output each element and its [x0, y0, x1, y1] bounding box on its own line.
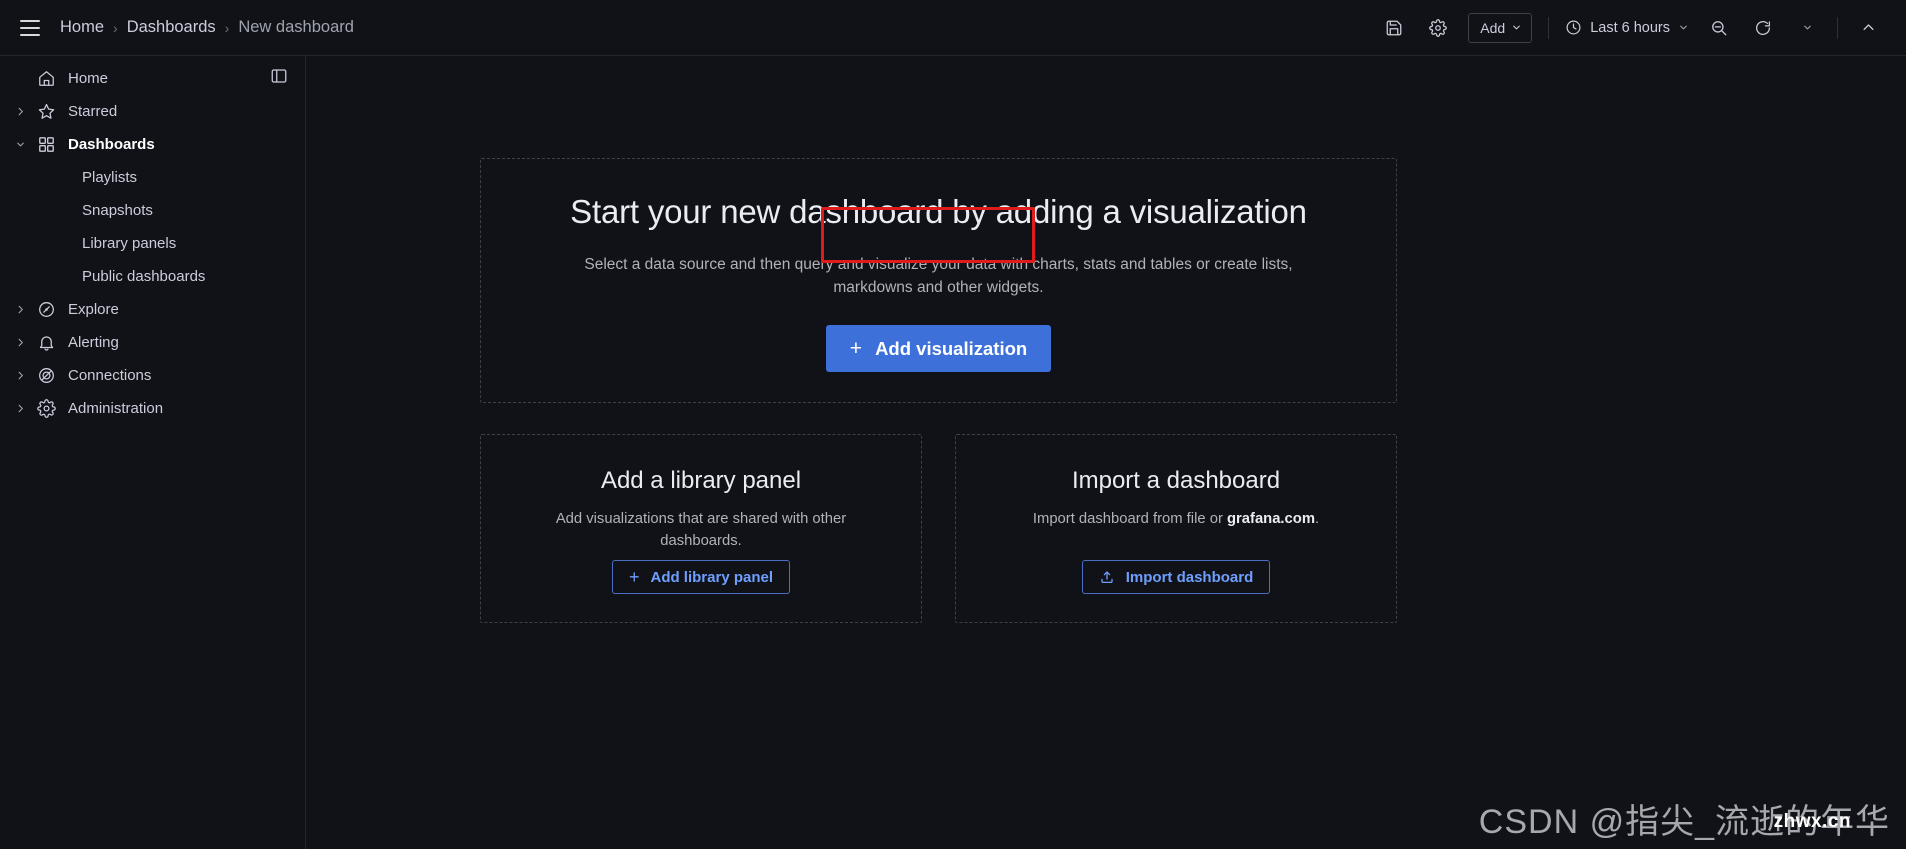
chevron-right-icon — [18, 338, 23, 347]
save-disk-icon — [1386, 20, 1402, 35]
sidebar-item-label: Explore — [68, 301, 119, 318]
dashboard-option-cards: Add a library panel Add visualizations t… — [480, 434, 1397, 623]
sidebar-item-label: Dashboards — [68, 136, 155, 153]
plus-icon: + — [628, 567, 640, 587]
sidebar-child-label: Playlists — [82, 169, 138, 186]
expand-explore-chevron-icon[interactable] — [8, 298, 32, 322]
sidebar-item-explore[interactable]: Explore — [0, 293, 305, 326]
connections-icon — [32, 364, 60, 388]
card-description: Import dashboard from file or grafana.co… — [1011, 508, 1341, 530]
chevron-right-icon — [18, 371, 23, 380]
sidebar-item-connections[interactable]: Connections — [0, 359, 305, 392]
save-dashboard-button[interactable] — [1377, 11, 1411, 45]
breadcrumb-separator: › — [224, 19, 230, 36]
card-description: Add visualizations that are shared with … — [555, 511, 847, 549]
toolbar-divider — [1548, 16, 1550, 39]
upload-icon — [1101, 571, 1113, 583]
sidebar-child-label: Public dashboards — [82, 268, 206, 285]
dashboard-settings-button[interactable] — [1421, 11, 1455, 45]
sidebar-child-label: Snapshots — [82, 202, 153, 219]
home-icon — [32, 67, 60, 91]
sidebar-item-label: Home — [68, 70, 109, 87]
sidebar-item-snapshots[interactable]: Snapshots — [0, 194, 305, 227]
chevron-down-icon — [1803, 25, 1811, 30]
apps-grid-icon — [32, 133, 60, 157]
time-range-label: Last 6 hours — [1590, 19, 1670, 36]
chevron-down-icon — [16, 142, 24, 147]
plus-icon: + — [849, 337, 863, 360]
chevron-right-icon — [18, 305, 23, 314]
breadcrumb: Home › Dashboards › New dashboard — [60, 18, 354, 37]
import-dashboard-label: Import dashboard — [1125, 568, 1254, 586]
sidebar-item-alerting[interactable]: Alerting — [0, 326, 305, 359]
clock-icon — [1566, 20, 1581, 35]
import-dashboard-button[interactable]: Import dashboard — [1081, 560, 1271, 594]
hamburger-bar — [20, 33, 40, 36]
top-toolbar: Home › Dashboards › New dashboard Add La… — [0, 0, 1906, 56]
sidebar-item-label: Alerting — [68, 334, 119, 351]
gear-icon — [1429, 18, 1448, 37]
time-range-picker[interactable]: Last 6 hours — [1557, 13, 1697, 43]
hamburger-bar — [20, 19, 40, 22]
toolbar-divider — [1837, 16, 1838, 39]
sidebar-item-starred[interactable]: Starred — [0, 95, 305, 128]
sidebar-item-administration[interactable]: Administration — [0, 392, 305, 425]
expand-starred-chevron-icon[interactable] — [8, 100, 32, 124]
import-dashboard-card: Import a dashboard Import dashboard from… — [955, 434, 1397, 623]
breadcrumb-item-current: New dashboard — [238, 18, 354, 36]
hero-description: Select a data source and then query and … — [584, 256, 1293, 296]
empty-dashboard-hero: Start your new dashboard by adding a vis… — [480, 158, 1397, 403]
sidebar-item-dashboards[interactable]: Dashboards — [0, 128, 305, 161]
grafana-com-link[interactable]: grafana.com — [1227, 511, 1315, 527]
refresh-dashboard-button[interactable] — [1746, 11, 1780, 45]
add-button-label: Add — [1480, 19, 1506, 36]
expand-administration-chevron-icon[interactable] — [8, 397, 32, 421]
chevron-right-icon — [18, 404, 23, 413]
card-title: Import a dashboard — [1071, 467, 1281, 494]
refresh-interval-dropdown[interactable] — [1790, 11, 1824, 45]
expand-connections-chevron-icon[interactable] — [8, 364, 32, 388]
zoom-out-icon — [1712, 20, 1727, 35]
zoom-out-time-range-button[interactable] — [1702, 11, 1736, 45]
hamburger-bar — [20, 26, 40, 29]
sidebar-child-label: Library panels — [82, 235, 177, 252]
sidebar-item-label: Starred — [68, 103, 118, 120]
compass-icon — [32, 298, 60, 322]
breadcrumb-separator: › — [113, 19, 118, 36]
collapse-toolbar-button[interactable] — [1851, 11, 1885, 45]
card-title: Add a library panel — [600, 467, 802, 494]
breadcrumb-item-home[interactable]: Home — [60, 18, 104, 37]
chevron-down-icon — [1680, 25, 1687, 30]
sidebar-item-label: Connections — [68, 367, 152, 384]
collapse-dashboards-chevron-icon[interactable] — [8, 133, 32, 157]
expand-alerting-chevron-icon[interactable] — [8, 331, 32, 355]
add-library-panel-label: Add library panel — [650, 568, 774, 586]
add-library-panel-button[interactable]: + Add library panel — [611, 560, 791, 594]
hero-title: Start your new dashboard by adding a vis… — [570, 193, 1307, 230]
add-visualization-button[interactable]: + Add visualization — [825, 325, 1052, 372]
sidebar-item-home[interactable]: Home — [0, 62, 305, 95]
dashboard-canvas: Start your new dashboard by adding a vis… — [306, 56, 1906, 849]
card-description-prefix: Import dashboard from file or — [1032, 511, 1227, 527]
breadcrumb-item-dashboards[interactable]: Dashboards — [127, 18, 216, 37]
chevron-right-icon — [18, 107, 23, 116]
bell-icon — [32, 331, 60, 355]
hamburger-menu-icon[interactable] — [14, 12, 46, 44]
sidebar-item-library-panels[interactable]: Library panels — [0, 227, 305, 260]
add-panel-dropdown-button[interactable]: Add — [1468, 12, 1533, 43]
add-library-panel-card: Add a library panel Add visualizations t… — [480, 434, 922, 623]
primary-sidebar: Home Starred Dashboards Playlists Snapsh… — [0, 56, 306, 849]
star-icon — [32, 100, 60, 124]
sidebar-item-public-dashboards[interactable]: Public dashboards — [0, 260, 305, 293]
sidebar-item-playlists[interactable]: Playlists — [0, 161, 305, 194]
refresh-icon — [1756, 20, 1771, 35]
card-description-suffix: . — [1314, 511, 1320, 527]
gear-icon — [32, 397, 60, 421]
chevron-down-icon — [1513, 25, 1520, 30]
toolbar-actions: Add Last 6 hours — [1372, 0, 1906, 55]
sidebar-item-label: Administration — [68, 400, 164, 417]
add-visualization-label: Add visualization — [875, 337, 1028, 359]
expander-placeholder — [8, 67, 32, 91]
chevron-up-icon — [1863, 24, 1873, 30]
